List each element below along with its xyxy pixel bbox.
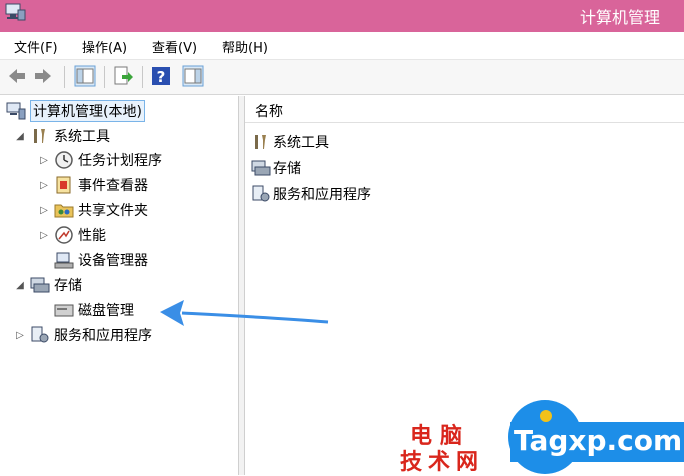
watermark-dot-icon bbox=[540, 410, 552, 422]
watermark: 电脑 技术网 Tagxp.com bbox=[390, 400, 684, 475]
watermark-latin: Tagxp.com bbox=[514, 424, 683, 457]
watermark-text-2: 技术网 bbox=[400, 449, 485, 475]
